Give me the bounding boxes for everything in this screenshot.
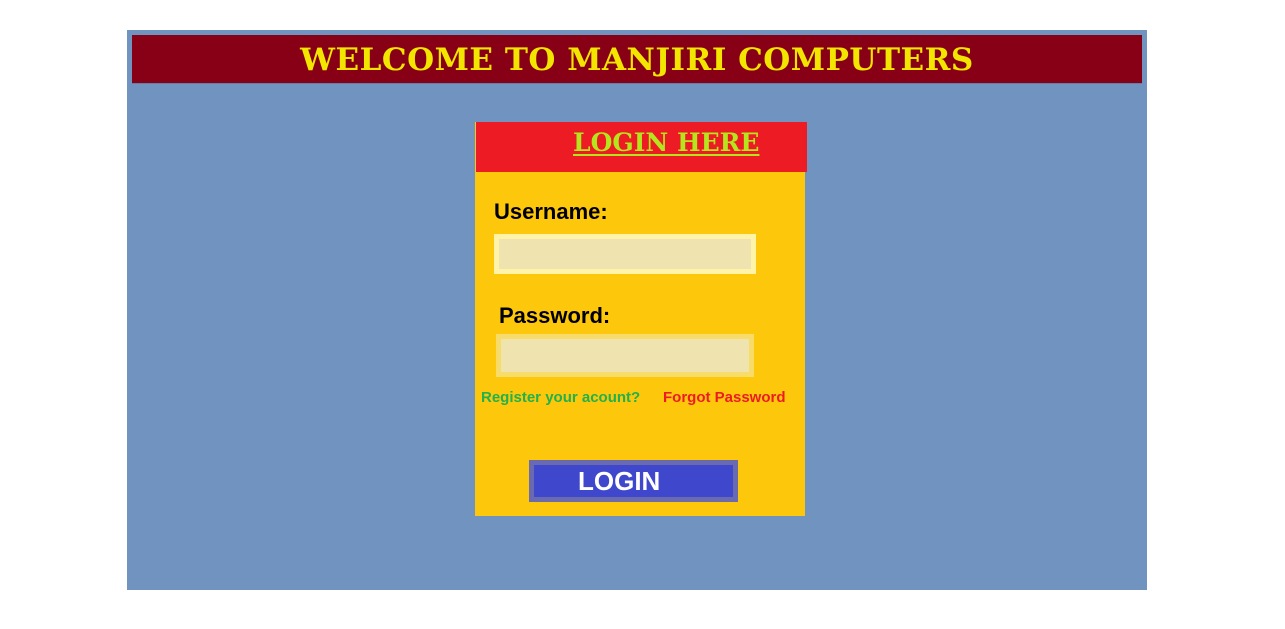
login-card: LOGIN HERE Username: Password: Register … bbox=[475, 122, 807, 516]
register-link[interactable]: Register your acount? bbox=[481, 389, 640, 406]
username-input[interactable] bbox=[494, 234, 756, 274]
username-label: Username: bbox=[494, 199, 608, 224]
login-card-title: LOGIN HERE bbox=[573, 128, 760, 157]
site-header: WELCOME TO MANJIRI COMPUTERS bbox=[132, 35, 1142, 83]
page-frame: WELCOME TO MANJIRI COMPUTERS LOGIN HERE … bbox=[127, 30, 1147, 590]
site-title: WELCOME TO MANJIRI COMPUTERS bbox=[300, 42, 974, 78]
forgot-password-link[interactable]: Forgot Password bbox=[663, 389, 786, 406]
login-button[interactable]: LOGIN bbox=[529, 460, 738, 502]
password-input[interactable] bbox=[496, 334, 754, 377]
login-card-header: LOGIN HERE bbox=[476, 122, 807, 172]
password-label: Password: bbox=[499, 303, 611, 328]
